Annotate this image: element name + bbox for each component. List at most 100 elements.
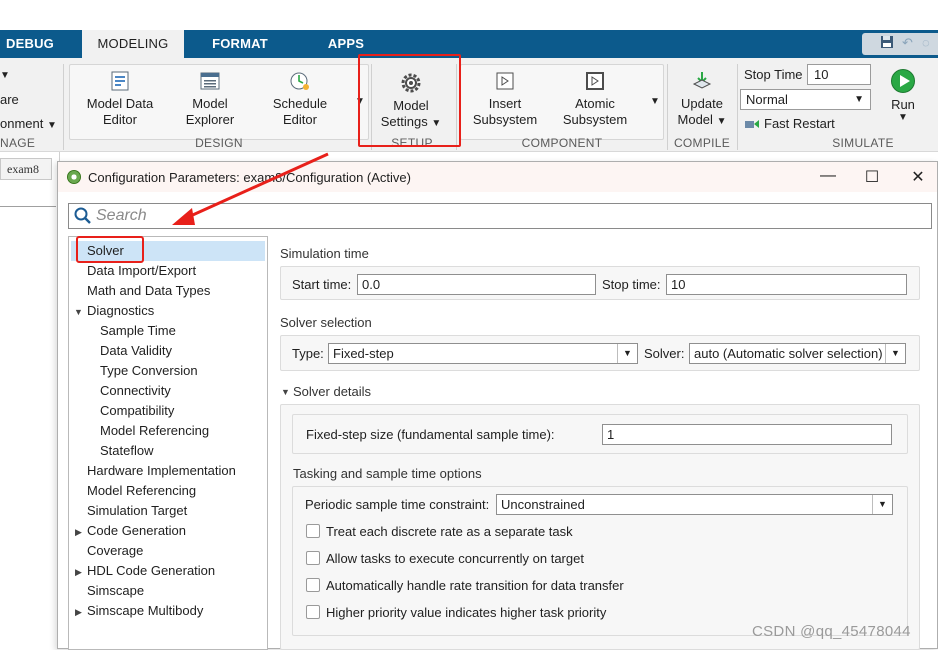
concurrent-tasks-checkbox[interactable] [306, 551, 320, 565]
run-label: Run [891, 97, 915, 112]
atomic-subsystem-button[interactable]: Atomic Subsystem [560, 70, 630, 128]
group-label-compile: COMPILE [673, 136, 731, 150]
play-icon [891, 69, 915, 93]
tree-item-type-conversion[interactable]: Type Conversion [100, 361, 198, 381]
chevron-down-icon: ▼ [617, 344, 637, 363]
tree-item-diag-model-referencing[interactable]: Model Referencing [100, 421, 209, 441]
solver-selection-heading: Solver selection [280, 315, 372, 330]
collapse-triangle-icon[interactable]: ▶ [75, 607, 82, 618]
rate-transition-label: Automatically handle rate transition for… [326, 578, 624, 593]
dialog-title-bar: Configuration Parameters: exam8/Configur… [58, 162, 937, 192]
group-label-manage: NAGE [0, 136, 36, 150]
collapse-triangle-icon[interactable]: ▶ [75, 527, 82, 538]
insert-subsystem-button[interactable]: Insert Subsystem [470, 70, 540, 128]
chevron-down-icon: ▼ [885, 344, 905, 363]
tree-item-math-data-types[interactable]: Math and Data Types [87, 281, 210, 301]
schedule-editor-button[interactable]: Schedule Editor [262, 70, 338, 128]
redo-icon[interactable]: ◌ [922, 35, 930, 50]
window-top-strip [0, 0, 938, 30]
tree-item-compatibility[interactable]: Compatibility [100, 401, 174, 421]
subsystem-icon [494, 70, 516, 92]
watermark: CSDN @qq_45478044 [752, 623, 911, 640]
expand-triangle-icon[interactable]: ▼ [74, 307, 83, 317]
insert-subsystem-label-2: Subsystem [472, 112, 538, 127]
model-divider [0, 206, 56, 207]
fast-restart-button[interactable]: Fast Restart [744, 116, 835, 133]
tab-format[interactable]: FORMAT [205, 30, 275, 58]
run-button[interactable]: Run ▼ [883, 69, 923, 123]
close-icon[interactable]: ✕ [908, 167, 928, 187]
model-explorer-label-2: Explorer [185, 112, 235, 127]
dialog-title: Configuration Parameters: exam8/Configur… [88, 170, 411, 185]
tree-item-code-generation[interactable]: Code Generation [87, 521, 186, 541]
tree-item-sample-time[interactable]: Sample Time [100, 321, 176, 341]
ribbon-tab-bar: DEBUG MODELING FORMAT APPS ↶ ◌ [0, 30, 938, 58]
update-model-button[interactable]: Update Model ▼ [672, 70, 732, 130]
tree-item-data-import-export[interactable]: Data Import/Export [87, 261, 196, 281]
stop-time-input[interactable]: 10 [807, 64, 871, 85]
tab-modeling[interactable]: MODELING [82, 30, 184, 58]
rate-transition-checkbox[interactable] [306, 578, 320, 592]
simulation-mode-select[interactable]: Normal ▼ [740, 89, 871, 110]
tree-item-coverage[interactable]: Coverage [87, 541, 143, 561]
periodic-constraint-select[interactable]: Unconstrained ▼ [496, 494, 893, 515]
tree-item-simulation-target[interactable]: Simulation Target [87, 501, 187, 521]
tree-item-hdl-code-generation[interactable]: HDL Code Generation [87, 561, 215, 581]
save-icon[interactable] [880, 35, 894, 52]
collapse-triangle-icon[interactable]: ▶ [75, 567, 82, 578]
chevron-down-icon: ▼ [872, 495, 892, 514]
tree-item-hardware-implementation[interactable]: Hardware Implementation [87, 461, 236, 481]
concurrent-tasks-label: Allow tasks to execute concurrently on t… [326, 551, 584, 566]
group-label-design: DESIGN [195, 136, 243, 150]
solver-details-heading[interactable]: Solver details [293, 384, 371, 399]
schedule-editor-label-2: Editor [283, 112, 317, 127]
stop-time-input[interactable]: 10 [666, 274, 907, 295]
search-icon [74, 207, 92, 225]
model-data-editor-button[interactable]: Model Data Editor [80, 70, 160, 128]
model-data-editor-icon [109, 70, 131, 92]
type-label: Type: [292, 346, 324, 361]
periodic-constraint-label: Periodic sample time constraint: [305, 497, 490, 512]
atomic-subsystem-label-2: Subsystem [562, 112, 628, 127]
expand-triangle-icon[interactable]: ▼ [281, 387, 290, 397]
model-tab-exam8[interactable]: exam8 [0, 158, 52, 180]
search-box[interactable] [68, 203, 932, 229]
category-tree: Solver Data Import/Export Math and Data … [68, 236, 268, 650]
fixed-step-size-input[interactable]: 1 [602, 424, 892, 445]
tree-item-model-referencing[interactable]: Model Referencing [87, 481, 196, 501]
solver-label: Solver: [644, 346, 685, 361]
insert-subsystem-label-1: Insert [488, 96, 522, 111]
minimize-icon[interactable]: — [818, 167, 838, 185]
tree-item-data-validity[interactable]: Data Validity [100, 341, 172, 361]
chevron-down-icon[interactable]: ▼ [883, 112, 923, 123]
start-time-input[interactable]: 0.0 [357, 274, 596, 295]
undo-icon[interactable]: ↶ [902, 35, 913, 51]
component-more-dropdown[interactable]: ▼ [649, 92, 661, 110]
start-time-label: Start time: [292, 277, 352, 292]
model-explorer-label-1: Model [192, 96, 228, 111]
tree-item-stateflow[interactable]: Stateflow [100, 441, 153, 461]
solver-select[interactable]: auto (Automatic solver selection) ▼ [689, 343, 906, 364]
group-label-component: COMPONENT [521, 136, 603, 150]
chevron-down-icon: ▼ [854, 94, 864, 105]
configuration-icon [67, 170, 81, 184]
tree-item-connectivity[interactable]: Connectivity [100, 381, 171, 401]
left-cut-label-2[interactable]: onment ▼ [0, 116, 57, 134]
atomic-subsystem-label-1: Atomic [575, 96, 615, 111]
search-input[interactable] [96, 206, 916, 226]
tree-item-simscape[interactable]: Simscape [87, 581, 144, 601]
schedule-editor-icon [289, 70, 311, 92]
solver-type-select[interactable]: Fixed-step ▼ [328, 343, 638, 364]
task-priority-checkbox[interactable] [306, 605, 320, 619]
tab-debug[interactable]: DEBUG [0, 30, 60, 58]
model-explorer-button[interactable]: Model Explorer [178, 70, 242, 128]
left-cut-label-1: are [0, 92, 19, 107]
tree-item-diagnostics[interactable]: Diagnostics [87, 301, 154, 321]
ribbon-separator [63, 64, 64, 150]
ribbon-left-caret[interactable]: ▼ [0, 66, 14, 84]
tree-item-simscape-multibody[interactable]: Simscape Multibody [87, 601, 203, 621]
update-model-label-2: Model ▼ [677, 112, 727, 127]
separate-task-checkbox[interactable] [306, 524, 320, 538]
maximize-icon[interactable]: ☐ [862, 167, 882, 187]
fast-restart-icon [744, 118, 760, 133]
